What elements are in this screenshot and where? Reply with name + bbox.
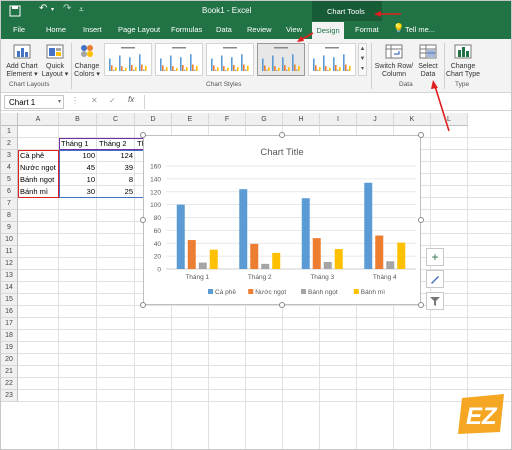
excel-window: ↶ ▾ ↷ ⩡ Book1 - Excel Chart Tools File H… [0,0,512,450]
ez-logo-icon: EZ [458,394,504,434]
annotation-arrow [374,11,401,17]
ez-logo: EZ [456,392,506,436]
annotation-arrow [297,32,314,42]
annotation-arrow [431,80,450,132]
svg-text:EZ: EZ [466,403,498,430]
annotation-overlay [297,11,450,132]
